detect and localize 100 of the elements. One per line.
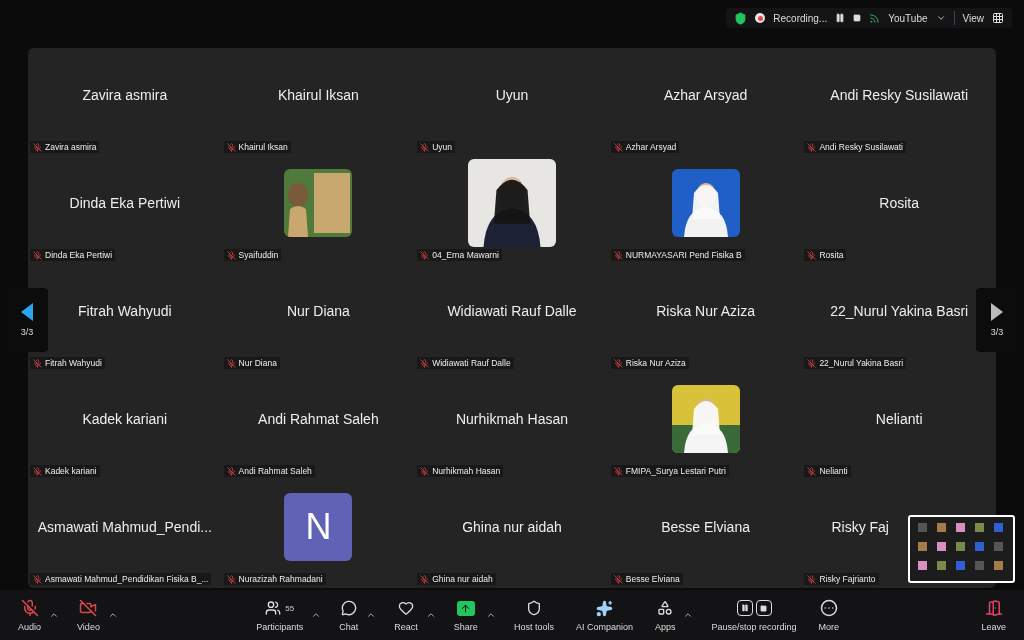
participant-name: Khairul Iksan	[277, 87, 359, 103]
participant-name: Fitrah Wahyudi	[78, 303, 172, 319]
name-label: Uyun	[417, 141, 456, 153]
muted-mic-icon	[613, 250, 623, 260]
participant-name: Nur Diana	[286, 303, 350, 319]
name-label: Dinda Eka Pertiwi	[30, 249, 116, 261]
name-label: Syaifuddin	[223, 249, 282, 261]
muted-mic-icon	[226, 358, 236, 368]
muted-mic-icon	[420, 142, 430, 152]
people-icon	[265, 600, 282, 616]
muted-mic-icon	[33, 250, 42, 260]
apps-icon	[657, 600, 674, 616]
name-label: Nelianti	[804, 465, 851, 477]
avatar: N	[284, 493, 353, 561]
name-label: Andi Resky Susilawati	[804, 141, 906, 153]
caret-icon[interactable]	[311, 610, 322, 620]
muted-mic-icon	[420, 574, 430, 584]
name-label: FMIPA_Surya Lestari Putri	[610, 465, 729, 477]
pause-icon[interactable]	[835, 13, 846, 23]
name-label: Fitrah Wahyudi	[30, 357, 105, 369]
caret-icon[interactable]	[49, 610, 60, 620]
participant-name: Andi Resky Susilawati	[830, 87, 969, 103]
share-button[interactable]: Share	[449, 598, 482, 632]
caret-icon[interactable]	[485, 610, 496, 620]
participant-name: Andi Rahmat Saleh	[258, 411, 379, 427]
chat-button[interactable]: Chat	[335, 598, 363, 632]
participant-name: Nurhikmah Hasan	[455, 411, 568, 427]
ai-button[interactable]: AI Companion	[571, 598, 637, 632]
name-label: 22_Nurul Yakina Basri	[804, 357, 907, 369]
muted-mic-icon	[807, 574, 817, 584]
more-button[interactable]: More	[814, 598, 844, 632]
audio-button[interactable]: Audio	[14, 598, 46, 632]
grid-icon[interactable]	[992, 12, 1004, 24]
name-label: Ghina nur aidah	[417, 573, 496, 585]
muted-mic-icon	[226, 250, 236, 260]
name-label: Besse Elviana	[610, 573, 683, 585]
muted-mic-icon	[613, 358, 623, 368]
participant-name: Ghina nur aidah	[462, 519, 562, 535]
stop-icon[interactable]	[853, 14, 862, 22]
leave-button[interactable]: Leave	[977, 598, 1010, 632]
muted-mic-icon	[226, 142, 236, 152]
muted-mic-icon	[33, 142, 42, 152]
name-label: Riska Nur Aziza	[610, 357, 689, 369]
right-arrow-icon	[991, 303, 1003, 321]
name-label: Rosita	[804, 249, 847, 261]
shield-icon	[734, 11, 748, 25]
participant-name: Risky Faj	[831, 519, 889, 535]
caret-icon[interactable]	[683, 610, 694, 620]
name-label: Andi Rahmat Saleh	[223, 465, 315, 477]
chat-bubble-icon	[340, 600, 357, 616]
muted-mic-icon	[33, 574, 42, 584]
participant-name: Rosita	[879, 195, 920, 211]
participant-name: Kadek kariani	[82, 411, 168, 427]
participant-name: Besse Elviana	[661, 519, 750, 535]
name-label: Azhar Arsyad	[610, 141, 680, 153]
muted-mic-icon	[613, 574, 623, 584]
caret-icon[interactable]	[107, 610, 118, 620]
caret-icon[interactable]	[366, 610, 377, 620]
muted-mic-icon	[807, 142, 817, 152]
muted-mic-icon	[613, 466, 623, 476]
caret-icon[interactable]	[425, 610, 436, 620]
name-label: Nur Diana	[223, 357, 280, 369]
name-label: Nurazizah Rahmadani	[223, 573, 326, 585]
chevron-icon[interactable]	[935, 13, 946, 23]
muted-mic-icon	[807, 466, 817, 476]
video-button[interactable]: Video	[73, 598, 104, 632]
recording-status: Recording...	[773, 12, 828, 24]
name-label: Nurhikmah Hasan	[417, 465, 504, 477]
more-icon	[819, 599, 838, 617]
muted-mic-icon	[420, 466, 430, 476]
left-arrow-icon	[21, 303, 33, 321]
sparkle-icon	[595, 599, 613, 617]
react-button[interactable]: React	[390, 598, 422, 632]
muted-mic-icon	[420, 250, 430, 260]
muted-mic-icon	[226, 466, 236, 476]
muted-mic-icon	[420, 358, 430, 368]
view-button[interactable]: View	[962, 12, 984, 24]
record-button[interactable]: Pause/stop recording	[707, 598, 801, 632]
name-label: Kadek kariani	[30, 465, 100, 477]
pause-stop-icon	[736, 600, 772, 616]
participant-name: Widiawati Rauf Dalle	[447, 303, 577, 319]
door-icon	[984, 599, 1003, 617]
name-label: Zavira asmira	[30, 141, 100, 153]
host-button[interactable]: Host tools	[509, 598, 558, 632]
live-stream-icon	[869, 12, 881, 24]
muted-mic-icon	[613, 142, 623, 152]
name-label: Khairul Iksan	[223, 141, 291, 153]
stream-dropdown[interactable]: YouTube	[888, 12, 928, 24]
apps-button[interactable]: Apps	[650, 598, 680, 632]
heart-icon	[398, 600, 415, 616]
muted-mic-icon	[807, 250, 817, 260]
name-label: 04_Erna Mawarni	[417, 249, 502, 261]
shield-icon	[525, 600, 542, 616]
participant-name: 22_Nurul Yakina Basri	[830, 303, 969, 319]
record-icon	[755, 13, 766, 23]
muted-mic-icon	[226, 574, 236, 584]
name-label: Risky Fajrianto	[804, 573, 879, 585]
muted-mic-icon	[33, 358, 42, 368]
participants-button[interactable]: 55 Participants	[252, 598, 308, 632]
participant-name: Azhar Arsyad	[663, 87, 748, 103]
